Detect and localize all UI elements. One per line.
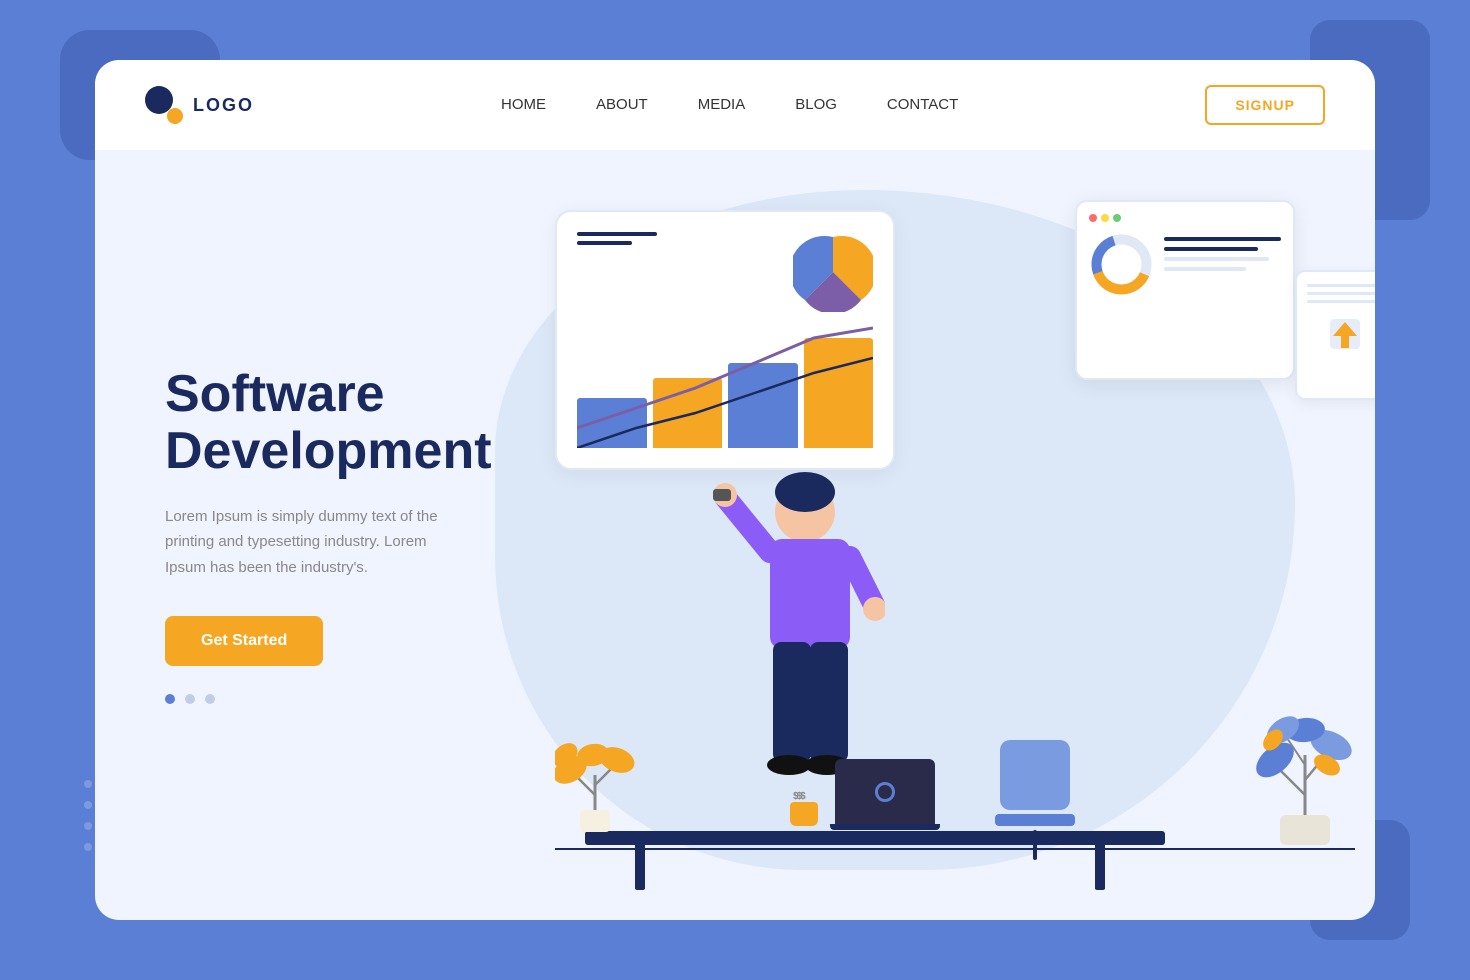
chair-seat: [995, 814, 1075, 826]
logo-text: LOGO: [193, 95, 254, 116]
doc-line-2: [1307, 292, 1375, 295]
nav-link-contact[interactable]: CONTACT: [887, 96, 958, 113]
hero-illustration: $$$: [535, 150, 1375, 920]
browser-content: [1089, 232, 1281, 297]
browser-window: [1075, 200, 1295, 380]
plant-left: [555, 725, 635, 850]
signup-button[interactable]: SIGNUP: [1205, 85, 1325, 125]
logo-area: LOGO: [145, 86, 254, 124]
laptop-base: [830, 824, 940, 830]
steam-icon: $$$: [793, 791, 804, 802]
nav-link-media[interactable]: MEDIA: [698, 96, 746, 113]
doc-line-1: [1307, 284, 1375, 287]
carousel-dots: [165, 694, 475, 704]
nav-link-about[interactable]: ABOUT: [596, 96, 648, 113]
main-card: LOGO HOME ABOUT MEDIA BLOG CONTACT SIGNU…: [95, 60, 1375, 920]
hero-description: Lorem Ipsum is simply dummy text of the …: [165, 504, 445, 581]
laptop-logo: [875, 782, 895, 802]
dot-2[interactable]: [185, 694, 195, 704]
nav-item-contact[interactable]: CONTACT: [887, 96, 958, 114]
board-line-2: [577, 241, 632, 245]
doc-line-3: [1307, 300, 1375, 303]
ground-line: [555, 848, 1355, 850]
bar-chart-area: [577, 318, 873, 448]
nav-link-blog[interactable]: BLOG: [795, 96, 837, 113]
hero-section: Software Development Lorem Ipsum is simp…: [95, 150, 1375, 920]
nav-item-blog[interactable]: BLOG: [795, 96, 837, 114]
coffee-cup: [790, 802, 818, 826]
board-line-1: [577, 232, 657, 236]
bline-3: [1164, 257, 1269, 261]
pie-chart: [793, 232, 873, 312]
nav-links: HOME ABOUT MEDIA BLOG CONTACT: [501, 96, 958, 114]
laptop-screen: [835, 759, 935, 824]
doc-arrow-icon: [1325, 314, 1365, 359]
nav-item-about[interactable]: ABOUT: [596, 96, 648, 114]
donut-chart: [1089, 232, 1154, 297]
hero-title: Software Development: [165, 366, 475, 480]
bline-1: [1164, 237, 1281, 241]
plant-right: [1255, 695, 1355, 860]
laptop: [835, 759, 940, 830]
get-started-button[interactable]: Get Started: [165, 616, 323, 666]
browser-dots: [1089, 214, 1281, 222]
dashboard-board: [555, 210, 895, 470]
nav-item-home[interactable]: HOME: [501, 96, 546, 114]
browser-dot-red: [1089, 214, 1097, 222]
logo-circle-accent: [167, 108, 183, 124]
navbar: LOGO HOME ABOUT MEDIA BLOG CONTACT SIGNU…: [95, 60, 1375, 150]
browser-text-lines: [1164, 232, 1281, 277]
document-card: [1295, 270, 1375, 400]
dot-1[interactable]: [165, 694, 175, 704]
bline-2: [1164, 247, 1258, 251]
logo-icon: [145, 86, 183, 124]
nav-link-home[interactable]: HOME: [501, 96, 546, 113]
chair-back: [1000, 740, 1070, 810]
browser-dot-yellow: [1101, 214, 1109, 222]
nav-item-media[interactable]: MEDIA: [698, 96, 746, 114]
dot-3[interactable]: [205, 694, 215, 704]
hero-left: Software Development Lorem Ipsum is simp…: [95, 150, 535, 920]
browser-dot-green: [1113, 214, 1121, 222]
bline-4: [1164, 267, 1246, 271]
